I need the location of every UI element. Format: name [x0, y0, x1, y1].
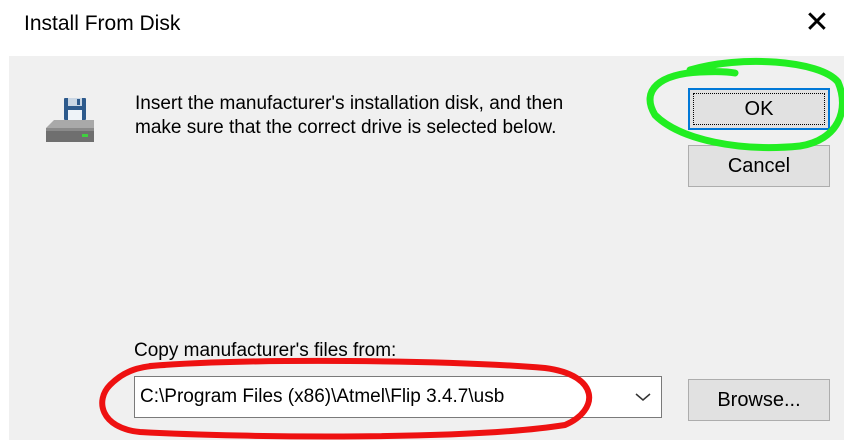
chevron-down-icon[interactable]	[631, 377, 655, 417]
instruction-text: Insert the manufacturer's installation d…	[135, 92, 655, 140]
browse-button-label: Browse...	[717, 388, 801, 411]
copy-from-label: Copy manufacturer's files from:	[134, 340, 397, 361]
cancel-button-label: Cancel	[727, 154, 791, 177]
copy-from-combobox[interactable]: C:\Program Files (x86)\Atmel\Flip 3.4.7\…	[134, 376, 662, 418]
instruction-line-2: make sure that the correct drive is sele…	[135, 117, 557, 138]
browse-button[interactable]: Browse...	[688, 379, 830, 421]
ok-button[interactable]: OK	[688, 88, 830, 130]
cancel-button[interactable]: Cancel	[688, 145, 830, 187]
copy-from-path[interactable]: C:\Program Files (x86)\Atmel\Flip 3.4.7\…	[140, 377, 504, 417]
floppy-drive-icon	[46, 98, 94, 142]
close-icon[interactable]: ✕	[802, 6, 832, 40]
title-bar: Install From Disk ✕	[0, 0, 844, 56]
instruction-line-1: Insert the manufacturer's installation d…	[135, 93, 564, 114]
focus-rectangle	[693, 93, 825, 125]
window-title: Install From Disk	[24, 12, 181, 35]
